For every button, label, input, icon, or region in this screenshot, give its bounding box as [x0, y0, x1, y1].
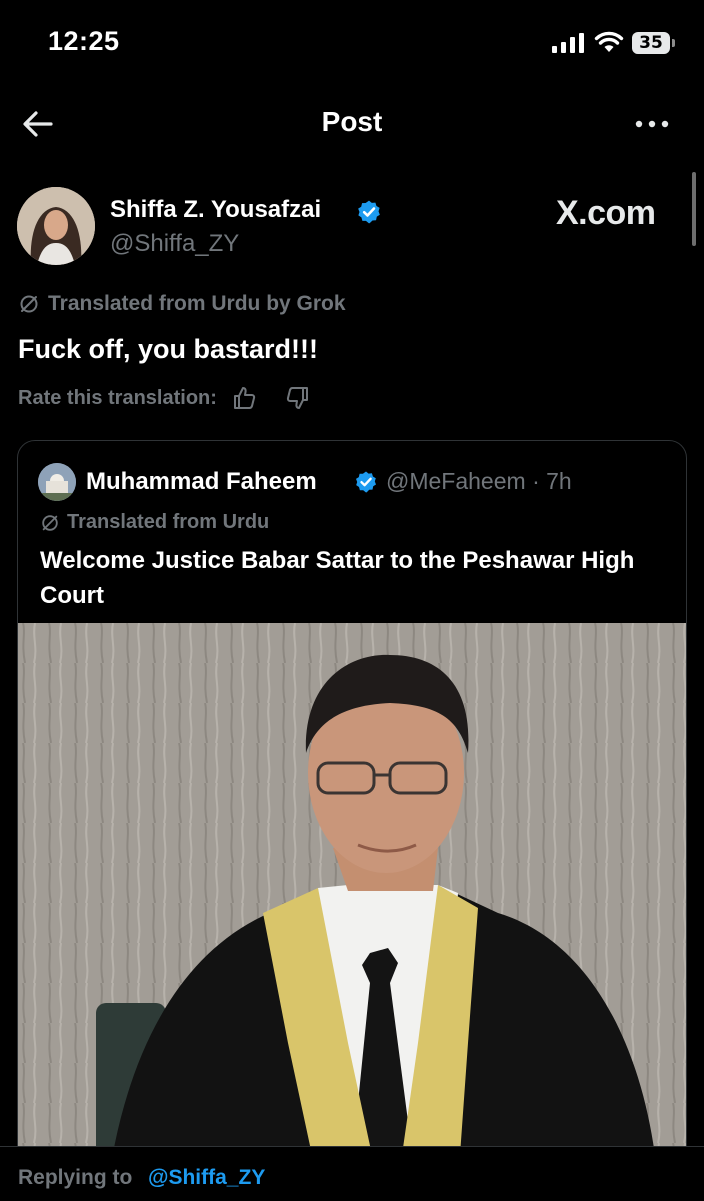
author-name[interactable]: Shiffa Z. Yousafzai: [110, 196, 321, 224]
translation-notice: Translated from Urdu by Grok: [18, 292, 346, 316]
rate-translation: Rate this translation:: [18, 384, 311, 412]
verified-badge-icon: [358, 200, 380, 224]
translate-icon: [20, 295, 38, 313]
battery-level: 35: [632, 32, 670, 54]
quoted-avatar[interactable]: [38, 463, 76, 501]
avatar[interactable]: [17, 187, 95, 265]
battery-icon: 35: [632, 32, 676, 54]
quoted-translation-notice: Translated from Urdu: [40, 511, 269, 534]
quoted-translation-label: Translated from Urdu: [67, 511, 270, 533]
author-handle[interactable]: @Shiffa_ZY: [110, 230, 239, 258]
more-icon[interactable]: [632, 112, 672, 136]
replying-to-handle[interactable]: @Shiffa_ZY: [148, 1166, 265, 1190]
back-arrow-icon[interactable]: [20, 106, 56, 142]
wifi-icon: [594, 31, 624, 52]
quoted-handle-time: @MeFaheem · 7h: [386, 468, 572, 494]
post-text: Fuck off, you bastard!!!: [18, 334, 319, 364]
scrollbar[interactable]: [692, 172, 696, 246]
thumbs-up-icon[interactable]: [231, 384, 259, 412]
signal-icon: [552, 33, 584, 53]
thumbs-down-icon[interactable]: [283, 384, 311, 412]
verified-badge-icon: [356, 471, 376, 493]
rate-label: Rate this translation:: [18, 386, 217, 409]
translation-label: Translated from Urdu by Grok: [48, 292, 346, 315]
page-title: Post: [321, 106, 383, 137]
quoted-post-text: Welcome Justice Babar Sattar to the Pesh…: [40, 547, 635, 609]
quoted-author-name[interactable]: Muhammad Faheem: [86, 468, 317, 496]
translate-icon: [42, 514, 58, 531]
watermark: X.com: [556, 194, 656, 232]
quoted-post-card[interactable]: Muhammad Faheem @MeFaheem · 7h Translate…: [17, 440, 687, 1182]
status-time: 12:25: [48, 26, 120, 56]
quoted-post-photo[interactable]: [18, 623, 686, 1182]
replying-to-label: Replying to: [18, 1166, 133, 1189]
